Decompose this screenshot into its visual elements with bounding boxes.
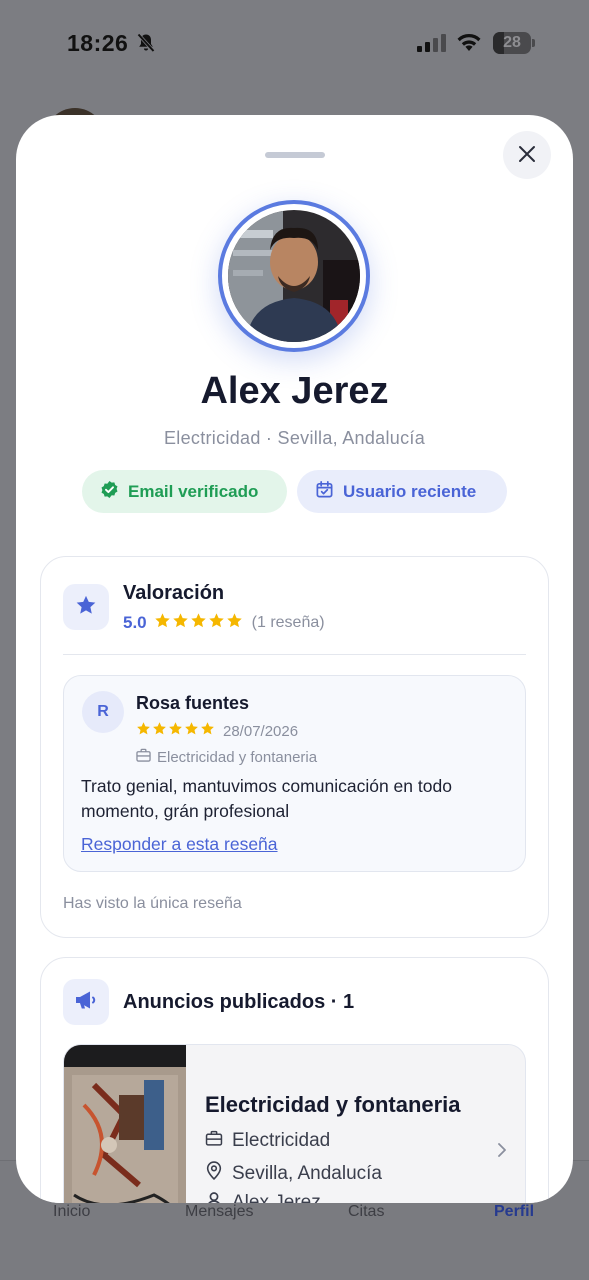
calendar-check-icon	[315, 480, 334, 504]
review-category: Electricidad y fontaneria	[136, 748, 317, 766]
person-icon	[205, 1191, 223, 1203]
chevron-right-icon	[497, 1142, 507, 1163]
profile-avatar	[218, 200, 370, 352]
review-text: Trato genial, mantuvimos comunicación en…	[81, 776, 452, 821]
ads-icon-box	[63, 979, 109, 1025]
star-icon	[152, 721, 167, 741]
cellular-signal-icon	[417, 33, 447, 58]
star-icon	[200, 721, 215, 741]
ad-category-label: Electricidad	[232, 1130, 331, 1151]
sheet-drag-handle[interactable]	[265, 152, 325, 158]
star-icon	[208, 612, 225, 634]
verified-check-icon	[100, 480, 119, 504]
nav-item-citas[interactable]: Citas	[348, 1203, 384, 1221]
rating-card: Valoración 5.0 (1 reseña) R Rosa fuentes…	[40, 556, 549, 938]
close-icon	[518, 145, 536, 166]
reviewer-name: Rosa fuentes	[136, 693, 250, 713]
rating-stars	[154, 612, 243, 634]
recent-user-label: Usuario reciente	[343, 481, 477, 501]
reply-review-link[interactable]: Responder a esta reseña	[81, 834, 278, 855]
status-time: 18:26	[67, 30, 129, 56]
location-pin-icon	[205, 1161, 223, 1186]
rating-icon-box	[63, 584, 109, 630]
review-stars	[136, 721, 215, 741]
ad-author-label: Alex Jerez	[232, 1192, 321, 1203]
review-date: 28/07/2026	[223, 722, 299, 740]
rating-count: (1 reseña)	[251, 614, 325, 631]
reviewer-avatar: R	[82, 691, 124, 733]
nav-item-perfil[interactable]: Perfil	[494, 1203, 534, 1221]
ad-location: Sevilla, Andalucía	[205, 1161, 382, 1186]
review-category-label: Electricidad y fontaneria	[157, 748, 318, 766]
email-verified-badge: Email verificado	[82, 470, 287, 513]
ad-author: Alex Jerez	[205, 1191, 321, 1203]
ad-location-label: Sevilla, Andalucía	[232, 1162, 382, 1184]
review-item: R Rosa fuentes 28/07/2026 Electricidad y…	[63, 675, 526, 872]
ad-category: Electricidad	[205, 1130, 330, 1152]
briefcase-icon	[205, 1130, 223, 1152]
review-meta: 28/07/2026	[136, 721, 298, 741]
nav-item-inicio[interactable]: Inicio	[53, 1203, 90, 1221]
all-reviews-seen-text: Has visto la única reseña	[63, 895, 242, 912]
recent-user-badge: Usuario reciente	[297, 470, 507, 513]
email-verified-label: Email verificado	[128, 481, 259, 501]
wifi-icon	[456, 32, 482, 57]
bell-muted-icon	[137, 33, 155, 58]
ad-item[interactable]: Electricidad y fontaneria Electricidad S…	[63, 1044, 526, 1203]
ads-title: Anuncios publicados · 1	[123, 991, 355, 1013]
close-button[interactable]	[503, 131, 551, 179]
divider	[63, 654, 526, 655]
profile-sheet: Alex Jerez Electricidad · Sevilla, Andal…	[16, 115, 573, 1203]
star-icon	[226, 612, 243, 634]
battery-fill	[493, 32, 504, 54]
status-bar: 18:26 28	[0, 0, 589, 90]
star-icon	[136, 721, 151, 741]
profile-subtitle: Electricidad · Sevilla, Andalucía	[163, 428, 426, 448]
battery-icon: 28	[493, 32, 535, 54]
ad-title: Electricidad y fontaneria	[205, 1092, 461, 1117]
profile-name: Alex Jerez	[200, 370, 389, 412]
star-icon	[172, 612, 189, 634]
rating-summary: 5.0 (1 reseña)	[123, 612, 325, 634]
rating-score: 5.0	[123, 613, 147, 632]
star-icon	[154, 612, 171, 634]
star-icon	[75, 594, 97, 621]
ads-card: Anuncios publicados · 1 Electricidad y f…	[40, 957, 549, 1203]
star-icon	[168, 721, 183, 741]
nav-item-mensajes[interactable]: Mensajes	[185, 1203, 253, 1221]
profile-photo	[228, 210, 360, 342]
ad-thumbnail	[64, 1045, 186, 1203]
star-icon	[190, 612, 207, 634]
star-icon	[184, 721, 199, 741]
megaphone-icon	[74, 989, 98, 1016]
rating-title: Valoración	[123, 582, 225, 604]
briefcase-icon	[136, 748, 151, 766]
battery-level: 28	[503, 34, 521, 51]
